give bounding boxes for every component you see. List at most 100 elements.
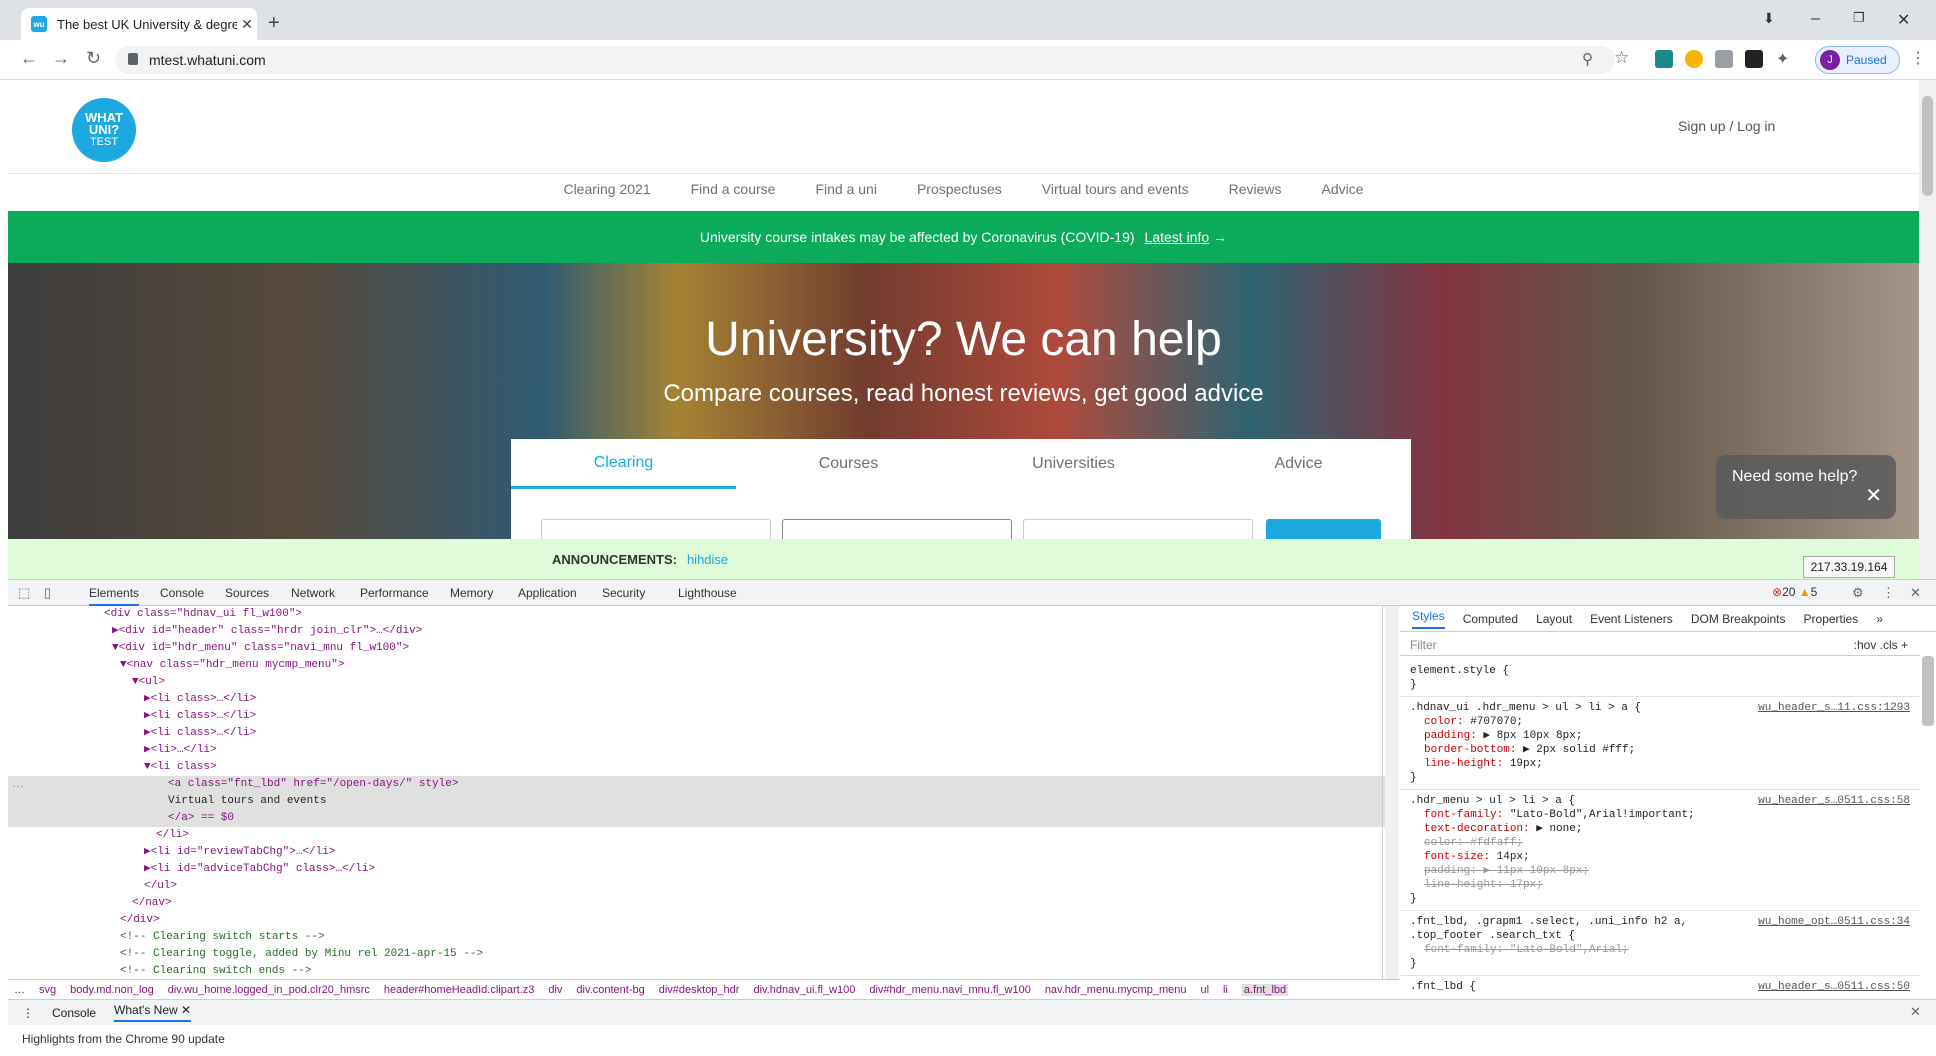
css-property[interactable]: padding: ▶ 8px 10px 8px; xyxy=(1410,729,1910,743)
dom-node-selected-close[interactable]: </a> == $0 xyxy=(8,810,1388,827)
breadcrumb-item[interactable]: ul xyxy=(1200,984,1209,996)
drawer-tab-close-icon[interactable]: ✕ xyxy=(181,1003,191,1017)
styles-tab-computed[interactable]: Computed xyxy=(1463,612,1518,626)
breadcrumb-item[interactable]: div xyxy=(548,984,562,996)
covid-latest-info-link[interactable]: Latest info xyxy=(1145,229,1210,245)
dom-scrollbar[interactable] xyxy=(1385,606,1399,979)
bookmark-star-icon[interactable]: ☆ xyxy=(1614,48,1629,68)
devtools-tab-network[interactable]: Network xyxy=(291,586,335,600)
lock-icon[interactable] xyxy=(128,53,138,65)
issue-counter[interactable]: ⊗20 ▲5 xyxy=(1772,585,1817,599)
extension-2-icon[interactable] xyxy=(1685,50,1703,68)
drawer-menu-icon[interactable]: ⋮ xyxy=(22,1006,34,1020)
styles-tab-styles[interactable]: Styles xyxy=(1412,609,1445,629)
styles-scrollbar-thumb[interactable] xyxy=(1922,656,1934,726)
more-tabs-icon[interactable]: » xyxy=(1876,612,1883,626)
dom-node[interactable]: </li> xyxy=(8,827,1388,844)
search-tab-clearing[interactable]: Clearing xyxy=(511,439,736,489)
nav-advice[interactable]: Advice xyxy=(1302,181,1384,197)
drawer-tab-console[interactable]: Console xyxy=(52,1006,96,1020)
dom-node[interactable]: ▼<nav class="hdr_menu mycmp_menu"> xyxy=(8,657,1388,674)
devtools-menu-icon[interactable]: ⋮ xyxy=(1882,585,1895,601)
drawer-close-icon[interactable]: ✕ xyxy=(1910,1004,1921,1020)
nav-find-course[interactable]: Find a course xyxy=(671,181,796,197)
breadcrumb-overflow-icon[interactable]: … xyxy=(14,984,25,996)
css-property[interactable]: font-family: "Lato-Bold",Arial!important… xyxy=(1410,808,1910,822)
help-close-icon[interactable]: ✕ xyxy=(1865,483,1882,508)
dom-node[interactable]: ▶<div id="header" class="hrdr join_clr">… xyxy=(8,623,1388,640)
css-property[interactable]: padding: ▶ 11px 10px 8px; xyxy=(1410,864,1910,878)
announcement-link[interactable]: hihdise xyxy=(687,552,728,567)
dom-node[interactable]: ▶<li class>…</li> xyxy=(8,691,1388,708)
whatuni-logo[interactable]: WHAT UNI? TEST xyxy=(72,98,136,162)
css-rule[interactable]: wu_header_s…11.css:1293 .hdnav_ui .hdr_me… xyxy=(1400,697,1920,790)
dom-node[interactable]: ▶<li>…</li> xyxy=(8,742,1388,759)
close-window-icon[interactable]: ✕ xyxy=(1897,10,1910,30)
minimize-icon[interactable]: – xyxy=(1811,10,1820,28)
nav-find-uni[interactable]: Find a uni xyxy=(795,181,896,197)
dom-node[interactable]: </nav> xyxy=(8,895,1388,912)
nav-reviews[interactable]: Reviews xyxy=(1209,181,1302,197)
settings-gear-icon[interactable]: ⚙ xyxy=(1852,585,1864,601)
signin-link[interactable]: Sign up / Log in xyxy=(1678,118,1775,134)
new-tab-icon[interactable]: + xyxy=(268,12,280,35)
dom-node[interactable]: </div> xyxy=(8,912,1388,929)
dom-comment[interactable]: <!-- Clearing toggle, added by Minu rel … xyxy=(8,946,1388,963)
restore-icon[interactable]: ❐ xyxy=(1853,10,1865,26)
breadcrumb-item[interactable]: li xyxy=(1223,984,1228,996)
dom-node[interactable]: ▶<li class>…</li> xyxy=(8,708,1388,725)
breadcrumb-item[interactable]: header#homeHeadId.clipart.z3 xyxy=(384,984,534,996)
dom-node[interactable]: ▶<li id="reviewTabChg">…</li> xyxy=(8,844,1388,861)
devtools-tab-sources[interactable]: Sources xyxy=(225,586,269,600)
help-popup[interactable]: Need some help? ✕ xyxy=(1716,455,1896,519)
dom-comment[interactable]: <!-- Clearing switch starts --> xyxy=(8,929,1388,946)
breadcrumb-item[interactable]: body.md.non_log xyxy=(70,984,154,996)
reload-icon[interactable]: ↻ xyxy=(86,48,101,69)
styles-tab-layout[interactable]: Layout xyxy=(1536,612,1572,626)
css-property[interactable]: line-height: 17px; xyxy=(1410,878,1910,892)
nav-prospectuses[interactable]: Prospectuses xyxy=(897,181,1022,197)
css-rule[interactable]: wu_home_opt…0511.css:34 .fnt_lbd, .grapm1… xyxy=(1400,911,1920,976)
devtools-tab-lighthouse[interactable]: Lighthouse xyxy=(678,586,737,600)
breadcrumb-item[interactable]: div.content-bg xyxy=(576,984,644,996)
breadcrumb-item[interactable]: div#desktop_hdr xyxy=(659,984,740,996)
css-source-link[interactable]: wu_home_opt…0511.css:34 xyxy=(1758,915,1910,929)
location-icon[interactable]: ⚲ xyxy=(1582,50,1593,68)
dom-node[interactable]: ▶<li class>…</li> xyxy=(8,725,1388,742)
back-icon[interactable]: ← xyxy=(20,48,38,69)
breadcrumb-item[interactable]: nav.hdr_menu.mycmp_menu xyxy=(1045,984,1187,996)
nav-clearing[interactable]: Clearing 2021 xyxy=(543,181,670,197)
css-property[interactable]: font-family: "Lato-Bold",Arial; xyxy=(1410,943,1910,957)
devtools-tab-memory[interactable]: Memory xyxy=(450,586,493,600)
tab-search-icon[interactable]: ⬇ xyxy=(1763,10,1775,27)
page-scrollbar-thumb[interactable] xyxy=(1922,96,1933,196)
dom-text-node[interactable]: Virtual tours and events xyxy=(8,793,1388,810)
dom-tree[interactable]: <div class="hdnav_ui fl_w100"> ▶<div id=… xyxy=(8,606,1388,974)
breadcrumb-item[interactable]: div.hdnav_ui.fl_w100 xyxy=(753,984,855,996)
devtools-tab-application[interactable]: Application xyxy=(518,586,577,600)
css-property[interactable]: text-decoration: ▶ none; xyxy=(1410,822,1910,836)
styles-tab-event-listeners[interactable]: Event Listeners xyxy=(1590,612,1673,626)
dom-comment[interactable]: <!-- Clearing switch ends --> xyxy=(8,963,1388,974)
dom-node[interactable]: ▼<li class> xyxy=(8,759,1388,776)
ellipsis-icon[interactable]: … xyxy=(12,776,24,790)
styles-filter-input[interactable]: Filter :hov .cls + xyxy=(1400,632,1920,656)
breadcrumb-item[interactable]: div.wu_home.logged_in_pod.clr20_hmsrc xyxy=(168,984,370,996)
search-tab-advice[interactable]: Advice xyxy=(1186,439,1411,489)
filter-tools[interactable]: :hov .cls + xyxy=(1854,638,1908,652)
dom-node-selected[interactable]: <a class="fnt_lbd" href="/open-days/" st… xyxy=(8,776,1388,793)
extension-4-icon[interactable] xyxy=(1745,50,1763,68)
inspect-element-icon[interactable]: ⬚ xyxy=(18,585,30,601)
nav-virtual-tours[interactable]: Virtual tours and events xyxy=(1022,181,1209,197)
styles-tab-dom-breakpoints[interactable]: DOM Breakpoints xyxy=(1691,612,1786,626)
forward-icon[interactable]: → xyxy=(52,48,70,69)
devtools-tab-console[interactable]: Console xyxy=(160,586,204,600)
css-rule[interactable]: wu_header_s…0511.css:50 .fnt_lbd { xyxy=(1400,976,1920,995)
breadcrumb-item[interactable]: a.fnt_lbd xyxy=(1241,983,1289,996)
dom-node[interactable]: <div class="hdnav_ui fl_w100"> xyxy=(8,606,1388,623)
css-source-link[interactable]: wu_header_s…0511.css:58 xyxy=(1758,794,1910,808)
extension-1-icon[interactable] xyxy=(1655,50,1673,68)
dom-node[interactable]: ▼<ul> xyxy=(8,674,1388,691)
profile-button[interactable]: J Paused xyxy=(1815,46,1900,74)
breadcrumb-item[interactable]: svg xyxy=(39,984,56,996)
